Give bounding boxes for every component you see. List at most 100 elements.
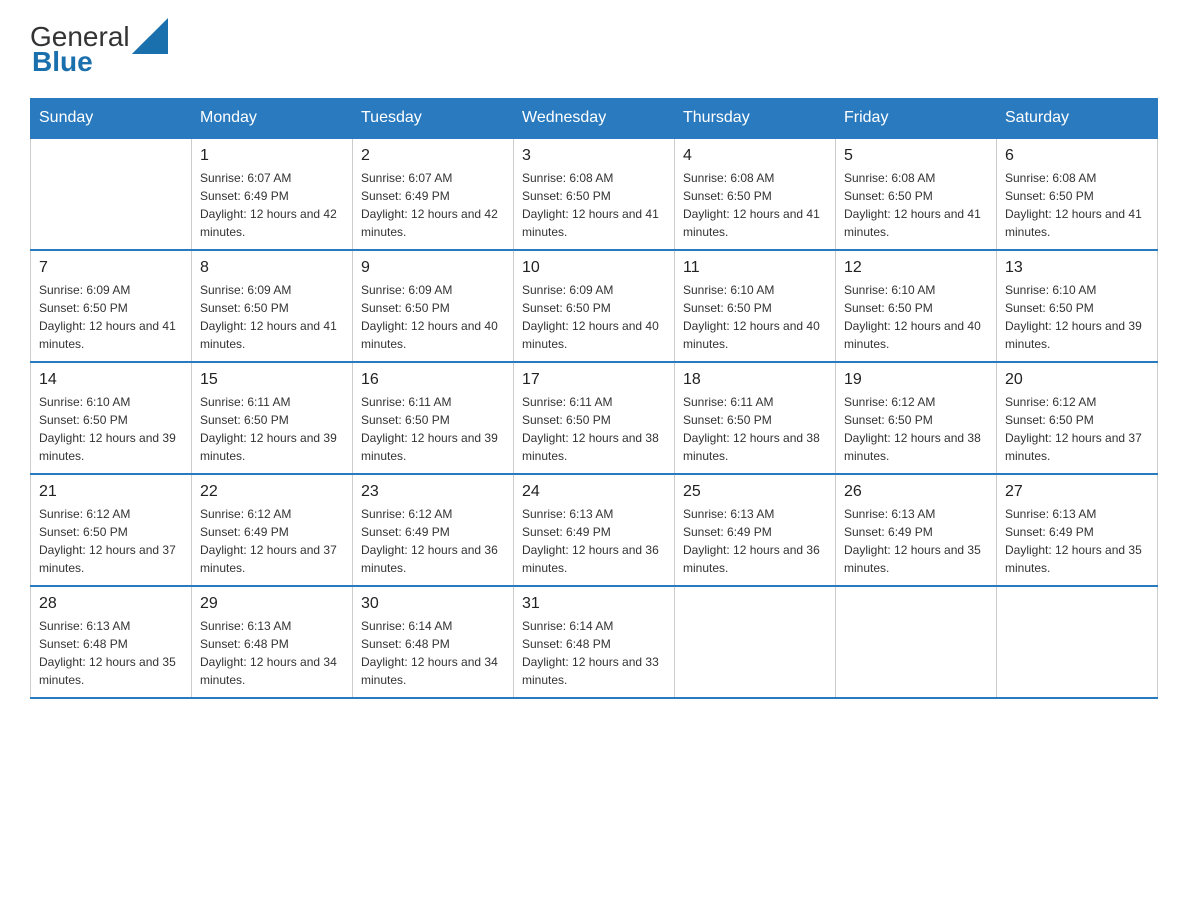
calendar-cell (31, 138, 192, 250)
weekday-header-sunday: Sunday (31, 99, 192, 139)
calendar-cell: 28 Sunrise: 6:13 AMSunset: 6:48 PMDayligh… (31, 586, 192, 698)
day-number: 30 (361, 595, 505, 613)
calendar-cell: 9 Sunrise: 6:09 AMSunset: 6:50 PMDaylight… (353, 250, 514, 362)
calendar-cell: 11 Sunrise: 6:10 AMSunset: 6:50 PMDayligh… (675, 250, 836, 362)
day-number: 16 (361, 371, 505, 389)
calendar-table: SundayMondayTuesdayWednesdayThursdayFrid… (30, 98, 1158, 699)
day-info: Sunrise: 6:08 AMSunset: 6:50 PMDaylight:… (844, 169, 988, 241)
calendar-cell: 3 Sunrise: 6:08 AMSunset: 6:50 PMDaylight… (514, 138, 675, 250)
calendar-cell: 12 Sunrise: 6:10 AMSunset: 6:50 PMDayligh… (836, 250, 997, 362)
day-number: 11 (683, 259, 827, 277)
calendar-cell: 8 Sunrise: 6:09 AMSunset: 6:50 PMDaylight… (192, 250, 353, 362)
day-info: Sunrise: 6:10 AMSunset: 6:50 PMDaylight:… (683, 281, 827, 353)
day-info: Sunrise: 6:09 AMSunset: 6:50 PMDaylight:… (39, 281, 183, 353)
calendar-cell: 27Sunrise: 6:13 AMSunset: 6:49 PMDayligh… (997, 474, 1158, 586)
logo-triangle-icon (132, 18, 168, 54)
day-number: 28 (39, 595, 183, 613)
calendar-cell: 16 Sunrise: 6:11 AMSunset: 6:50 PMDayligh… (353, 362, 514, 474)
calendar-cell: 23 Sunrise: 6:12 AMSunset: 6:49 PMDayligh… (353, 474, 514, 586)
day-number: 6 (1005, 147, 1149, 165)
day-info: Sunrise: 6:08 AMSunset: 6:50 PMDaylight:… (1005, 169, 1149, 241)
day-number: 2 (361, 147, 505, 165)
day-info: Sunrise: 6:13 AMSunset: 6:49 PMDaylight:… (844, 505, 988, 577)
weekday-header-thursday: Thursday (675, 99, 836, 139)
calendar-cell: 10Sunrise: 6:09 AMSunset: 6:50 PMDayligh… (514, 250, 675, 362)
weekday-header-monday: Monday (192, 99, 353, 139)
logo: General Blue (30, 20, 168, 78)
calendar-cell: 7 Sunrise: 6:09 AMSunset: 6:50 PMDaylight… (31, 250, 192, 362)
calendar-cell: 17 Sunrise: 6:11 AMSunset: 6:50 PMDayligh… (514, 362, 675, 474)
calendar-cell (997, 586, 1158, 698)
day-info: Sunrise: 6:10 AMSunset: 6:50 PMDaylight:… (1005, 281, 1149, 353)
day-info: Sunrise: 6:09 AMSunset: 6:50 PMDaylight:… (361, 281, 505, 353)
day-info: Sunrise: 6:12 AMSunset: 6:50 PMDaylight:… (39, 505, 183, 577)
day-number: 4 (683, 147, 827, 165)
calendar-cell: 25Sunrise: 6:13 AMSunset: 6:49 PMDayligh… (675, 474, 836, 586)
day-info: Sunrise: 6:12 AMSunset: 6:49 PMDaylight:… (200, 505, 344, 577)
calendar-cell: 26Sunrise: 6:13 AMSunset: 6:49 PMDayligh… (836, 474, 997, 586)
day-info: Sunrise: 6:10 AMSunset: 6:50 PMDaylight:… (844, 281, 988, 353)
calendar-cell: 24Sunrise: 6:13 AMSunset: 6:49 PMDayligh… (514, 474, 675, 586)
day-number: 27 (1005, 483, 1149, 501)
day-number: 3 (522, 147, 666, 165)
day-number: 15 (200, 371, 344, 389)
day-number: 31 (522, 595, 666, 613)
day-info: Sunrise: 6:07 AMSunset: 6:49 PMDaylight:… (361, 169, 505, 241)
calendar-cell: 19 Sunrise: 6:12 AMSunset: 6:50 PMDayligh… (836, 362, 997, 474)
day-number: 19 (844, 371, 988, 389)
day-info: Sunrise: 6:12 AMSunset: 6:49 PMDaylight:… (361, 505, 505, 577)
calendar-cell: 30 Sunrise: 6:14 AMSunset: 6:48 PMDayligh… (353, 586, 514, 698)
day-number: 25 (683, 483, 827, 501)
day-number: 22 (200, 483, 344, 501)
day-info: Sunrise: 6:07 AMSunset: 6:49 PMDaylight:… (200, 169, 344, 241)
calendar-cell: 31 Sunrise: 6:14 AMSunset: 6:48 PMDayligh… (514, 586, 675, 698)
calendar-cell: 20Sunrise: 6:12 AMSunset: 6:50 PMDayligh… (997, 362, 1158, 474)
calendar-cell: 5 Sunrise: 6:08 AMSunset: 6:50 PMDaylight… (836, 138, 997, 250)
calendar-cell: 2 Sunrise: 6:07 AMSunset: 6:49 PMDaylight… (353, 138, 514, 250)
day-number: 9 (361, 259, 505, 277)
day-number: 17 (522, 371, 666, 389)
day-info: Sunrise: 6:08 AMSunset: 6:50 PMDaylight:… (683, 169, 827, 241)
day-number: 20 (1005, 371, 1149, 389)
page-header: General Blue (30, 20, 1158, 78)
day-number: 14 (39, 371, 183, 389)
day-number: 5 (844, 147, 988, 165)
calendar-cell (675, 586, 836, 698)
day-number: 12 (844, 259, 988, 277)
day-info: Sunrise: 6:14 AMSunset: 6:48 PMDaylight:… (522, 617, 666, 689)
calendar-cell: 6 Sunrise: 6:08 AMSunset: 6:50 PMDaylight… (997, 138, 1158, 250)
day-number: 29 (200, 595, 344, 613)
calendar-week-row: 28 Sunrise: 6:13 AMSunset: 6:48 PMDayligh… (31, 586, 1158, 698)
day-number: 13 (1005, 259, 1149, 277)
day-number: 7 (39, 259, 183, 277)
calendar-cell: 14 Sunrise: 6:10 AMSunset: 6:50 PMDayligh… (31, 362, 192, 474)
calendar-cell: 1 Sunrise: 6:07 AMSunset: 6:49 PMDaylight… (192, 138, 353, 250)
day-info: Sunrise: 6:13 AMSunset: 6:49 PMDaylight:… (522, 505, 666, 577)
day-info: Sunrise: 6:13 AMSunset: 6:48 PMDaylight:… (39, 617, 183, 689)
day-info: Sunrise: 6:13 AMSunset: 6:48 PMDaylight:… (200, 617, 344, 689)
calendar-cell: 22 Sunrise: 6:12 AMSunset: 6:49 PMDayligh… (192, 474, 353, 586)
weekday-header-saturday: Saturday (997, 99, 1158, 139)
weekday-header-tuesday: Tuesday (353, 99, 514, 139)
day-info: Sunrise: 6:11 AMSunset: 6:50 PMDaylight:… (683, 393, 827, 465)
day-info: Sunrise: 6:09 AMSunset: 6:50 PMDaylight:… (522, 281, 666, 353)
day-info: Sunrise: 6:12 AMSunset: 6:50 PMDaylight:… (844, 393, 988, 465)
weekday-header-friday: Friday (836, 99, 997, 139)
day-number: 8 (200, 259, 344, 277)
day-info: Sunrise: 6:11 AMSunset: 6:50 PMDaylight:… (361, 393, 505, 465)
day-number: 23 (361, 483, 505, 501)
calendar-week-row: 7 Sunrise: 6:09 AMSunset: 6:50 PMDaylight… (31, 250, 1158, 362)
day-number: 21 (39, 483, 183, 501)
calendar-week-row: 21 Sunrise: 6:12 AMSunset: 6:50 PMDayligh… (31, 474, 1158, 586)
calendar-cell (836, 586, 997, 698)
calendar-week-row: 1 Sunrise: 6:07 AMSunset: 6:49 PMDaylight… (31, 138, 1158, 250)
day-info: Sunrise: 6:08 AMSunset: 6:50 PMDaylight:… (522, 169, 666, 241)
day-info: Sunrise: 6:09 AMSunset: 6:50 PMDaylight:… (200, 281, 344, 353)
day-info: Sunrise: 6:11 AMSunset: 6:50 PMDaylight:… (522, 393, 666, 465)
day-info: Sunrise: 6:14 AMSunset: 6:48 PMDaylight:… (361, 617, 505, 689)
day-info: Sunrise: 6:10 AMSunset: 6:50 PMDaylight:… (39, 393, 183, 465)
calendar-cell: 29 Sunrise: 6:13 AMSunset: 6:48 PMDayligh… (192, 586, 353, 698)
calendar-cell: 18Sunrise: 6:11 AMSunset: 6:50 PMDayligh… (675, 362, 836, 474)
calendar-cell: 4 Sunrise: 6:08 AMSunset: 6:50 PMDaylight… (675, 138, 836, 250)
day-number: 1 (200, 147, 344, 165)
